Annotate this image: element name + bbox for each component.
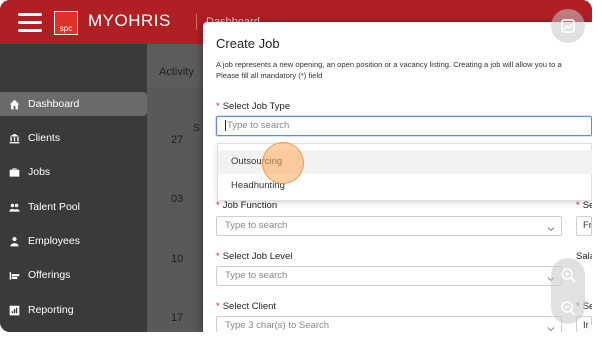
sidebar-item-reporting[interactable]: Reporting xyxy=(0,298,147,322)
modal-title: Create Job xyxy=(216,36,280,51)
date-number: 27 xyxy=(171,134,184,146)
sidebar-item-talent-pool[interactable]: Talent Pool xyxy=(0,195,147,219)
job-level-placeholder: Type to search xyxy=(225,270,288,281)
home-icon xyxy=(6,97,22,111)
sidebar-item-dashboard[interactable]: Dashboard xyxy=(0,92,147,116)
sidebar: Dashboard Clients Jobs Talent Pool Emplo… xyxy=(0,44,147,332)
job-function-input[interactable]: Type to search xyxy=(216,216,562,236)
sidebar-item-label: Jobs xyxy=(28,166,51,178)
client-input[interactable]: Type 3 char(s) to Search xyxy=(216,316,562,332)
sidebar-item-label: Offerings xyxy=(28,269,71,281)
briefcase-icon xyxy=(6,165,22,179)
sidebar-item-label: Clients xyxy=(28,132,61,144)
zoom-in-icon[interactable] xyxy=(551,258,585,291)
modal-description: A job represents a new opening, an open … xyxy=(216,59,592,81)
date-number: 17 xyxy=(171,312,184,324)
job-type-input[interactable]: Type to search xyxy=(216,116,592,136)
offerings-icon xyxy=(6,268,22,282)
client-placeholder: Type 3 char(s) to Search xyxy=(225,320,330,331)
description-line: A job represents a new opening, an open … xyxy=(216,60,562,69)
sidebar-item-label: Reporting xyxy=(28,304,74,316)
sidebar-item-label: Employees xyxy=(28,235,80,247)
hamburger-menu-icon[interactable] xyxy=(18,13,42,32)
app-window: spc MYOHRIS Dashboard Dashboard Clients … xyxy=(0,0,592,332)
image-edit-icon[interactable] xyxy=(551,9,585,43)
activity-header: Activity xyxy=(159,66,194,78)
client-label: * Select Client xyxy=(216,301,277,312)
bank-icon xyxy=(6,131,22,145)
job-type-label: * Select Job Type xyxy=(216,101,291,112)
click-indicator xyxy=(262,142,304,184)
logo-text: spc xyxy=(59,24,73,33)
zoom-out-icon[interactable] xyxy=(551,291,585,324)
report-icon xyxy=(6,303,22,317)
job-level-label: * Select Job Level xyxy=(216,251,293,262)
description-line: Please fill all mandatory (*) field xyxy=(216,71,323,80)
user-tie-icon xyxy=(6,234,22,248)
users-icon xyxy=(6,200,22,214)
sidebar-item-employees[interactable]: Employees xyxy=(0,229,147,253)
company-logo: spc xyxy=(54,11,78,35)
sidebar-item-label: Talent Pool xyxy=(28,201,80,213)
job-function-label: * Job Function xyxy=(216,200,278,211)
sidebar-item-clients[interactable]: Clients xyxy=(0,126,147,150)
activity-column: S 27 03 10 17 xyxy=(147,88,203,332)
sidebar-item-jobs[interactable]: Jobs xyxy=(0,160,147,184)
right-field-input[interactable]: Fr xyxy=(576,216,592,236)
chevron-down-icon xyxy=(547,222,555,232)
right-field-label: *Se xyxy=(576,200,592,211)
job-type-placeholder: Type to search xyxy=(227,120,290,131)
job-level-input[interactable]: Type to search xyxy=(216,266,562,286)
date-number: 03 xyxy=(171,193,184,205)
brand-name: MYOHRIS xyxy=(88,11,171,30)
date-number: 10 xyxy=(171,253,184,265)
job-function-placeholder: Type to search xyxy=(225,220,288,231)
sidebar-item-offerings[interactable]: Offerings xyxy=(0,263,147,287)
sidebar-item-label: Dashboard xyxy=(28,98,80,110)
zoom-controls xyxy=(551,258,585,324)
header-divider xyxy=(196,14,197,30)
column-letter: S xyxy=(193,123,200,134)
